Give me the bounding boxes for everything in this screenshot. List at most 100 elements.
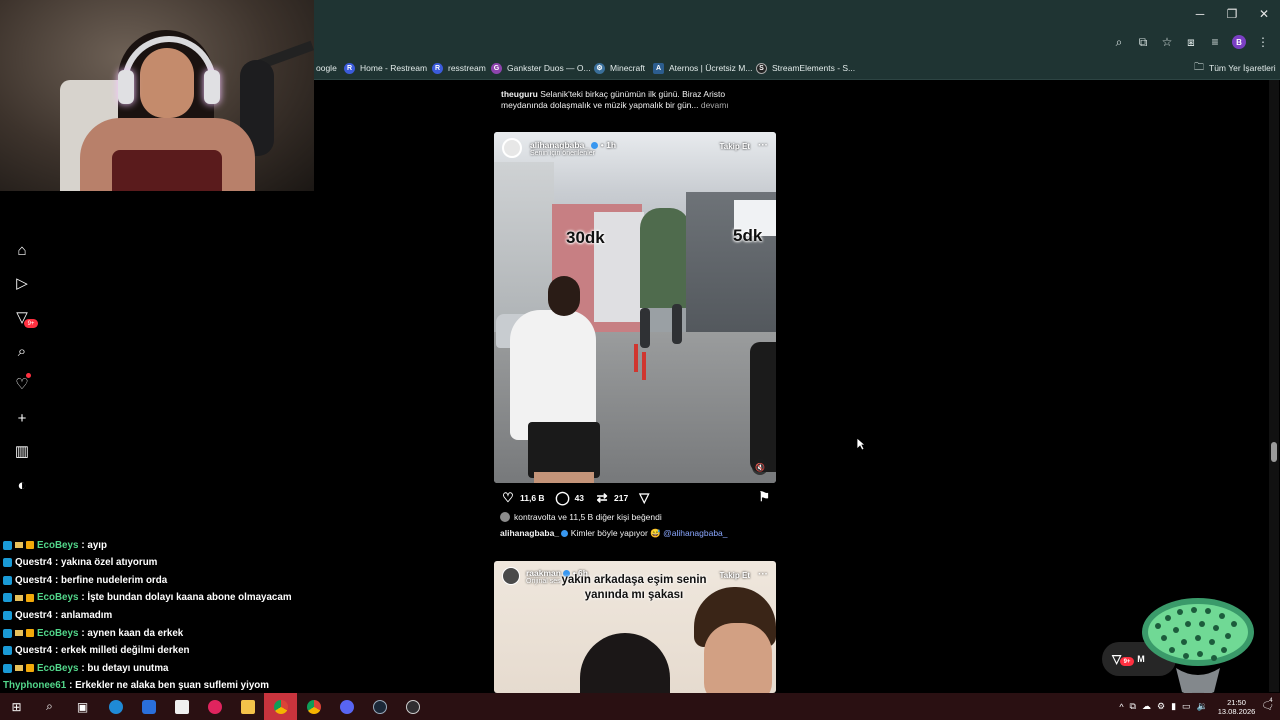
reels-icon[interactable]: ▷ (12, 273, 32, 293)
post-author[interactable]: alihanagbaba_ • 1h (530, 140, 616, 150)
notification-center-icon[interactable]: 🗨 4 (1261, 698, 1274, 712)
post-username[interactable]: alihanagbaba_ (530, 140, 589, 150)
caption-username[interactable]: alihanagbaba_ (500, 528, 559, 538)
clock-date: 13.08.2026 (1217, 706, 1256, 716)
chat-username[interactable]: Questr4 (15, 557, 52, 568)
like-icon[interactable]: ♡ (500, 490, 516, 506)
bookmark-home-restream[interactable]: R Home - Restream (344, 60, 427, 76)
search-icon[interactable]: ⌕ (33, 693, 66, 720)
chat-username[interactable]: Thyphonee61 (3, 680, 66, 691)
chrome-icon-active[interactable] (264, 693, 297, 720)
post2-avatar[interactable] (502, 567, 520, 585)
tray-app-icon[interactable]: ⚙ (1157, 701, 1165, 712)
liked-by-text[interactable]: kontravolta ve 11,5 B diğer kişi beğendi (514, 512, 662, 522)
edge-icon[interactable] (99, 693, 132, 720)
chat-username[interactable]: EcoBeys (37, 663, 78, 674)
close-button[interactable]: ✕ (1248, 0, 1280, 28)
chat-message: Questr4 : anlamadım (3, 607, 112, 623)
bookmark-gankster[interactable]: G Gankster Duos — O... (491, 60, 591, 76)
video-pedestrian (640, 308, 650, 348)
post-time: • 1h (598, 139, 617, 150)
profile-icon[interactable]: ◐ (12, 475, 32, 495)
crown-badge-icon (15, 665, 23, 672)
obs-icon[interactable] (396, 693, 429, 720)
all-bookmarks-folder[interactable]: 🗀 Tüm Yer İşaretleri (1194, 60, 1276, 76)
more-options-icon[interactable]: ··· (758, 140, 768, 151)
install-app-icon[interactable]: ⧉ (1132, 31, 1154, 53)
caption-mention[interactable]: @alihanagbaba_ (663, 528, 727, 538)
chat-username[interactable]: Questr4 (15, 610, 52, 621)
chat-badge-icon (3, 575, 12, 585)
volume-icon[interactable]: 🔉 (1197, 701, 1208, 712)
follow-button-2[interactable]: Takip Et (719, 571, 750, 580)
post-video-2[interactable]: raakman • 6h Orijinal ses yakın arkadaşa… (494, 561, 776, 693)
bookmark-star-icon[interactable]: ☆ (1156, 31, 1178, 53)
restore-button[interactable]: ❐ (1216, 0, 1248, 28)
video-person-shorts (528, 422, 600, 478)
chat-badge-icon (3, 593, 12, 603)
bookmark-minecraft[interactable]: ⚙ Minecraft (594, 60, 645, 76)
chat-username[interactable]: Questr4 (15, 575, 52, 586)
window-controls: ─ ❐ ✕ (1184, 0, 1280, 28)
chat-username[interactable]: EcoBeys (37, 592, 78, 603)
media-control-icon[interactable]: ≡ (1204, 31, 1226, 53)
search-icon[interactable]: ⌕ (12, 341, 32, 361)
network-icon[interactable]: ▭ (1182, 701, 1191, 712)
chat-message: Questr4 : yakına özel atıyorum (3, 555, 157, 571)
minimize-button[interactable]: ─ (1184, 0, 1216, 28)
extensions-icon[interactable]: ⧆ (1180, 31, 1202, 53)
video-person (510, 310, 596, 440)
video-bollard (634, 344, 638, 372)
more-link[interactable]: devamı (698, 100, 729, 110)
page-scrollbar-thumb[interactable] (1271, 442, 1277, 462)
follow-button[interactable]: Takip Et (719, 142, 750, 151)
bookmark-google[interactable]: oogle (316, 60, 337, 76)
menu-icon[interactable]: ⋮ (1252, 31, 1274, 53)
prev-caption-user[interactable]: theuguru (501, 89, 538, 99)
bookmark-icon[interactable]: ⚑ (758, 489, 770, 505)
post-avatar[interactable] (502, 138, 522, 158)
chat-badge-icon (3, 540, 12, 550)
home-icon[interactable]: ⌂ (12, 240, 32, 260)
chat-username[interactable]: EcoBeys (37, 628, 78, 639)
bookmark-streamelements[interactable]: S StreamElements - S... (756, 60, 855, 76)
chat-badge-icon (3, 628, 12, 638)
chat-message: Questr4 : erkek milleti değilmi derken (3, 643, 190, 659)
more-options-icon-2[interactable]: ··· (758, 569, 768, 580)
page-scrollbar-track[interactable] (1269, 80, 1279, 692)
tray-app-icon[interactable]: ⧉ (1130, 701, 1136, 712)
file-explorer-icon[interactable] (231, 693, 264, 720)
task-view-icon[interactable]: ▣ (66, 693, 99, 720)
repost-icon[interactable]: ⇄ (594, 490, 610, 506)
mail-icon[interactable] (132, 693, 165, 720)
battery-icon[interactable]: ▮ (1171, 701, 1176, 712)
mute-icon[interactable]: 🔇 (752, 459, 768, 475)
heart-icon[interactable]: ♡ (12, 373, 32, 394)
bookmark-resstream[interactable]: R resstream (432, 60, 486, 76)
post-video[interactable]: 30dk 5dk alihanagbaba_ • 1h Senin için ö… (494, 132, 776, 483)
discord-icon[interactable] (330, 693, 363, 720)
taskbar-clock[interactable]: 21:50 13.08.2026 (1218, 698, 1256, 716)
messages-icon[interactable]: ▽ 9+ (12, 307, 38, 328)
chat-text: : İşte bundan dolayı kaana abone olmayac… (81, 592, 292, 604)
zoom-icon[interactable]: ⌕ (1108, 31, 1130, 53)
video-person-head (548, 276, 580, 316)
post-author-block: alihanagbaba_ • 1h Senin için önerilenle… (530, 140, 616, 157)
comment-icon[interactable]: ◯ (555, 490, 571, 506)
media-player-icon[interactable] (198, 693, 231, 720)
chat-message: EcoBeys : İşte bundan dolayı kaana abone… (3, 590, 292, 606)
tray-chevron-icon[interactable]: ^ (1119, 702, 1123, 712)
chat-username[interactable]: EcoBeys (37, 540, 78, 551)
tray-app-icon[interactable]: ☁ (1142, 701, 1151, 712)
subscriber-badge-icon (26, 664, 34, 673)
share-icon[interactable]: ▽ (636, 490, 652, 506)
dashboard-icon[interactable]: ▥ (12, 441, 32, 461)
store-icon[interactable] (165, 693, 198, 720)
profile-avatar[interactable]: B (1232, 35, 1246, 49)
steam-icon[interactable] (363, 693, 396, 720)
create-plus-icon[interactable]: + (12, 408, 32, 428)
chrome-icon[interactable] (297, 693, 330, 720)
start-icon[interactable]: ⊞ (0, 693, 33, 720)
bookmark-aternos[interactable]: A Aternos | Ücretsiz M... (653, 60, 752, 76)
chat-username[interactable]: Questr4 (15, 645, 52, 656)
